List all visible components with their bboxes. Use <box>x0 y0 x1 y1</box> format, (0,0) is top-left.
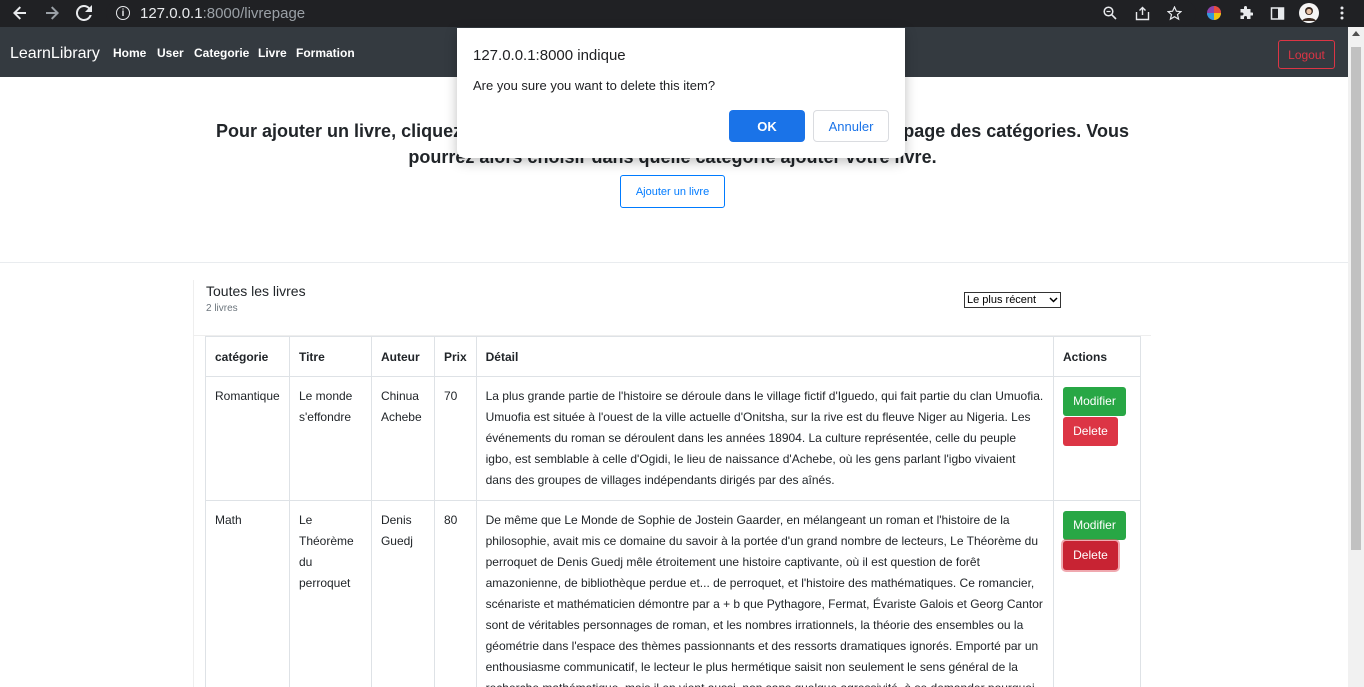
table-header-row: catégorie Titre Auteur Prix Détail Actio… <box>205 336 1142 377</box>
cell-categorie: Romantique <box>205 376 290 501</box>
dialog-message: Are you sure you want to delete this ite… <box>473 78 716 93</box>
browser-toolbar: i 127.0.0.1:8000/livrepage <box>0 0 1364 27</box>
cell-prix: 80 <box>433 500 477 687</box>
add-book-button[interactable]: Ajouter un livre <box>620 175 725 208</box>
cell-categorie: Math <box>205 500 290 687</box>
scroll-up-icon[interactable] <box>1352 31 1360 36</box>
list-title: Toutes les livres <box>206 283 306 299</box>
col-header-titre: Titre <box>288 336 372 377</box>
confirm-dialog: 127.0.0.1:8000 indique Are you sure you … <box>457 28 905 158</box>
col-header-prix: Prix <box>433 336 477 377</box>
extensions-puzzle-icon[interactable] <box>1235 3 1255 23</box>
chevron-down-icon <box>1049 295 1058 306</box>
cell-titre: Le Théorème du perroquet <box>288 500 372 687</box>
profile-avatar-icon[interactable] <box>1299 3 1319 23</box>
cell-prix: 70 <box>433 376 477 501</box>
side-panel-icon[interactable] <box>1267 3 1287 23</box>
col-header-categorie: catégorie <box>205 336 290 377</box>
dialog-ok-button[interactable]: OK <box>729 110 805 142</box>
sort-select[interactable]: Le plus récent <box>964 292 1061 308</box>
nav-link-categorie[interactable]: Categorie <box>194 46 249 60</box>
info-icon[interactable]: i <box>116 6 130 20</box>
delete-button[interactable]: Delete <box>1062 417 1118 446</box>
list-count: 2 livres <box>206 303 238 314</box>
cell-titre: Le monde s'effondre <box>288 376 372 501</box>
nav-link-user[interactable]: User <box>157 46 184 60</box>
forward-arrow-icon[interactable] <box>41 2 63 24</box>
brand-logo[interactable]: LearnLibrary <box>10 45 100 63</box>
cell-actions: Modifier Delete <box>1052 376 1142 501</box>
cell-detail: La plus grande partie de l'histoire se d… <box>475 376 1054 501</box>
sort-selected-value: Le plus récent <box>967 294 1037 306</box>
section-divider <box>0 262 1348 263</box>
delete-button[interactable]: Delete <box>1062 541 1118 570</box>
col-header-auteur: Auteur <box>370 336 435 377</box>
table-row: Math Le Théorème du perroquet Denis Gued… <box>205 500 1142 687</box>
menu-kebab-icon[interactable] <box>1332 3 1352 23</box>
cell-detail: De même que Le Monde de Sophie de Jostei… <box>475 500 1054 687</box>
scroll-thumb[interactable] <box>1351 47 1361 550</box>
nav-link-livre[interactable]: Livre <box>258 46 287 60</box>
address-bar[interactable]: i 127.0.0.1:8000/livrepage <box>106 0 1196 26</box>
books-table: catégorie Titre Auteur Prix Détail Actio… <box>205 336 1142 687</box>
col-header-actions: Actions <box>1052 336 1142 377</box>
modifier-button[interactable]: Modifier <box>1062 511 1126 540</box>
logout-button[interactable]: Logout <box>1278 40 1335 69</box>
nav-link-formation[interactable]: Formation <box>296 46 355 60</box>
bookmark-star-icon[interactable] <box>1164 3 1184 23</box>
cell-auteur: Chinua Achebe <box>370 376 435 501</box>
share-icon[interactable] <box>1132 3 1152 23</box>
page-scrollbar[interactable] <box>1348 27 1364 687</box>
back-arrow-icon[interactable] <box>9 2 31 24</box>
table-row: Romantique Le monde s'effondre Chinua Ac… <box>205 376 1142 501</box>
col-header-detail: Détail <box>475 336 1054 377</box>
extension-colorful-icon[interactable] <box>1204 3 1224 23</box>
zoom-icon[interactable] <box>1100 3 1120 23</box>
nav-link-home[interactable]: Home <box>113 46 146 60</box>
reload-icon[interactable] <box>73 2 95 24</box>
cell-actions: Modifier Delete <box>1052 500 1142 687</box>
modifier-button[interactable]: Modifier <box>1062 387 1126 416</box>
dialog-title: 127.0.0.1:8000 indique <box>473 47 626 64</box>
url-host: 127.0.0.1 <box>140 4 203 22</box>
cell-auteur: Denis Guedj <box>370 500 435 687</box>
dialog-cancel-button[interactable]: Annuler <box>813 110 889 142</box>
url-path: :8000/livrepage <box>202 4 306 22</box>
